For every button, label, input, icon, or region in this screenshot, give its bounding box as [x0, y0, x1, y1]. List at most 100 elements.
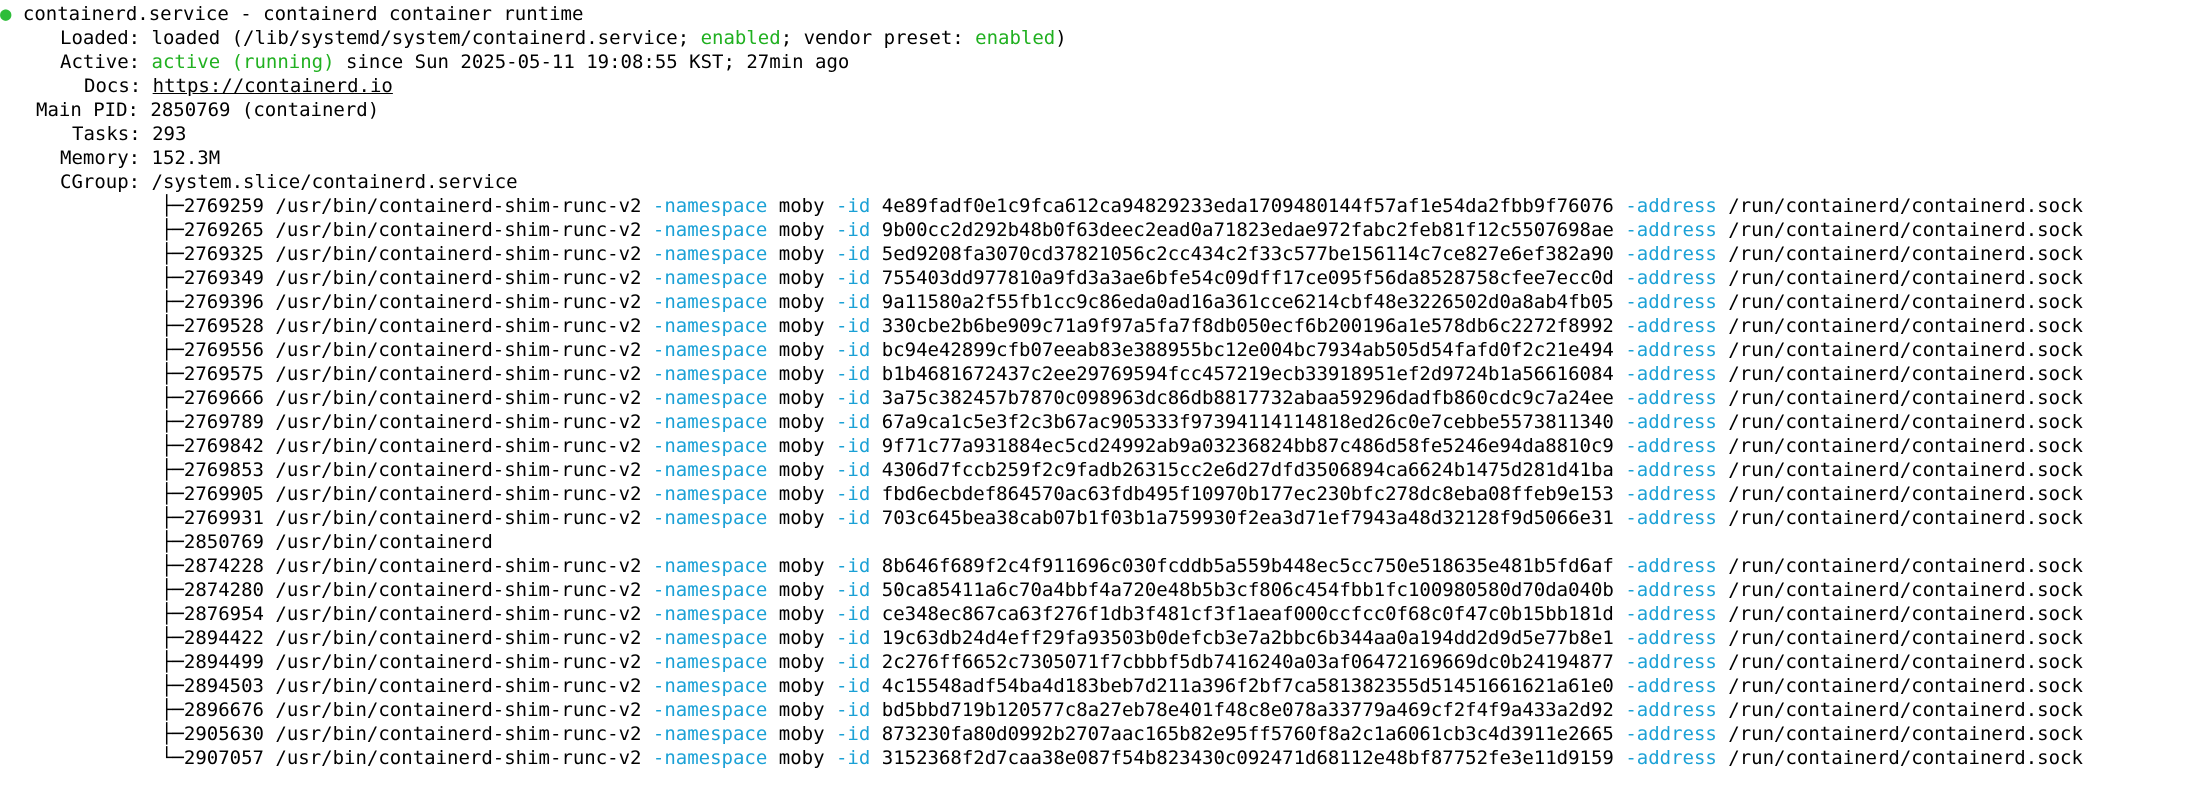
process-pid: 2769325	[183, 243, 264, 265]
process-tree: ├─2769259 /usr/bin/containerd-shim-runc-…	[0, 194, 2210, 770]
container-id: 755403dd977810a9fd3a3ae6bfe54c09dff17ce0…	[881, 267, 1614, 289]
process-row: ├─2850769 /usr/bin/containerd	[0, 530, 2210, 554]
address-value: /run/containerd/containerd.sock	[1728, 243, 2083, 265]
process-pid: 2769905	[183, 483, 264, 505]
tree-branch: ├─	[161, 315, 184, 337]
memory-label: Memory:	[60, 147, 141, 169]
address-value: /run/containerd/containerd.sock	[1728, 435, 2083, 457]
address-flag: -address	[1625, 315, 1717, 337]
docs-link[interactable]: https://containerd.io	[153, 75, 393, 97]
namespace-value: moby	[778, 699, 825, 721]
container-id: 67a9ca1c5e3f2c3b67ac905333f9739411411481…	[881, 411, 1614, 433]
namespace-value: moby	[778, 411, 825, 433]
container-id: 8b646f689f2c4f911696c030fcddb5a559b448ec…	[881, 555, 1614, 577]
address-flag: -address	[1625, 507, 1717, 529]
process-pid: 2876954	[183, 603, 264, 625]
address-value: /run/containerd/containerd.sock	[1728, 411, 2083, 433]
process-pid: 2874228	[183, 555, 264, 577]
process-command: /usr/bin/containerd-shim-runc-v2	[275, 699, 642, 721]
namespace-flag: -namespace	[652, 483, 768, 505]
id-flag: -id	[835, 219, 871, 241]
terminal-window[interactable]: ● containerd.service - containerd contai…	[0, 0, 2210, 790]
namespace-flag: -namespace	[652, 459, 768, 481]
process-command: /usr/bin/containerd-shim-runc-v2	[275, 267, 642, 289]
tree-branch: ├─	[161, 267, 184, 289]
container-id: 330cbe2b6be909c71a9f97a5fa7f8db050ecf6b2…	[881, 315, 1614, 337]
namespace-flag: -namespace	[652, 315, 768, 337]
namespace-value: moby	[778, 651, 825, 673]
address-flag: -address	[1625, 291, 1717, 313]
address-value: /run/containerd/containerd.sock	[1728, 555, 2083, 577]
docs-label: Docs:	[84, 75, 142, 97]
namespace-flag: -namespace	[652, 507, 768, 529]
process-command: /usr/bin/containerd-shim-runc-v2	[275, 459, 642, 481]
process-command: /usr/bin/containerd-shim-runc-v2	[275, 363, 642, 385]
tree-branch: ├─	[161, 219, 184, 241]
tree-branch: ├─	[161, 195, 184, 217]
process-pid: 2769396	[183, 291, 264, 313]
process-pid: 2769259	[183, 195, 264, 217]
tree-branch: ├─	[161, 507, 184, 529]
namespace-flag: -namespace	[652, 243, 768, 265]
address-flag: -address	[1625, 483, 1717, 505]
address-value: /run/containerd/containerd.sock	[1728, 699, 2083, 721]
namespace-value: moby	[778, 507, 825, 529]
id-flag: -id	[835, 435, 871, 457]
id-flag: -id	[835, 579, 871, 601]
address-flag: -address	[1625, 195, 1717, 217]
namespace-flag: -namespace	[652, 339, 768, 361]
address-value: /run/containerd/containerd.sock	[1728, 579, 2083, 601]
process-command: /usr/bin/containerd-shim-runc-v2	[275, 387, 642, 409]
active-line: Active: active (running) since Sun 2025-…	[0, 50, 2210, 74]
address-flag: -address	[1625, 579, 1717, 601]
id-flag: -id	[835, 627, 871, 649]
id-flag: -id	[835, 675, 871, 697]
id-flag: -id	[835, 507, 871, 529]
process-command: /usr/bin/containerd-shim-runc-v2	[275, 747, 642, 769]
container-id: 2c276ff6652c7305071f7cbbbf5db7416240a03a…	[881, 651, 1614, 673]
process-row: ├─2876954 /usr/bin/containerd-shim-runc-…	[0, 602, 2210, 626]
tree-branch: ├─	[161, 363, 184, 385]
process-command: /usr/bin/containerd-shim-runc-v2	[275, 651, 642, 673]
address-value: /run/containerd/containerd.sock	[1728, 267, 2083, 289]
process-command: /usr/bin/containerd-shim-runc-v2	[275, 723, 642, 745]
memory-line: Memory: 152.3M	[0, 146, 2210, 170]
address-value: /run/containerd/containerd.sock	[1728, 459, 2083, 481]
memory-value: 152.3M	[151, 147, 221, 169]
container-id: 703c645bea38cab07b1f03b1a759930f2ea3d71e…	[881, 507, 1614, 529]
address-flag: -address	[1625, 555, 1717, 577]
address-flag: -address	[1625, 387, 1717, 409]
process-command: /usr/bin/containerd-shim-runc-v2	[275, 435, 642, 457]
namespace-value: moby	[778, 747, 825, 769]
namespace-flag: -namespace	[652, 195, 768, 217]
container-id: bc94e42899cfb07eeab83e388955bc12e004bc79…	[881, 339, 1614, 361]
tasks-line: Tasks: 293	[0, 122, 2210, 146]
process-pid: 2769528	[183, 315, 264, 337]
address-flag: -address	[1625, 603, 1717, 625]
tree-branch: ├─	[161, 411, 184, 433]
address-value: /run/containerd/containerd.sock	[1728, 747, 2083, 769]
tree-branch: ├─	[161, 243, 184, 265]
process-row: ├─2769528 /usr/bin/containerd-shim-runc-…	[0, 314, 2210, 338]
namespace-value: moby	[778, 603, 825, 625]
id-flag: -id	[835, 555, 871, 577]
tasks-label: Tasks:	[72, 123, 141, 145]
service-title: containerd.service - containerd containe…	[22, 3, 584, 25]
tree-branch: ├─	[161, 627, 184, 649]
process-command: /usr/bin/containerd-shim-runc-v2	[275, 243, 642, 265]
process-pid: 2907057	[183, 747, 264, 769]
namespace-value: moby	[778, 627, 825, 649]
container-id: ce348ec867ca63f276f1db3f481cf3f1aeaf000c…	[881, 603, 1614, 625]
id-flag: -id	[835, 243, 871, 265]
tree-branch: ├─	[161, 723, 184, 745]
namespace-flag: -namespace	[652, 747, 768, 769]
tasks-value: 293	[152, 123, 187, 145]
container-id: fbd6ecbdef864570ac63fdb495f10970b177ec23…	[881, 483, 1614, 505]
process-command: /usr/bin/containerd-shim-runc-v2	[275, 483, 642, 505]
address-value: /run/containerd/containerd.sock	[1728, 603, 2083, 625]
cgroup-value: /system.slice/containerd.service	[151, 171, 518, 193]
cgroup-label: CGroup:	[60, 171, 141, 193]
process-row: ├─2769853 /usr/bin/containerd-shim-runc-…	[0, 458, 2210, 482]
container-id: 4c15548adf54ba4d183beb7d211a396f2bf7ca58…	[881, 675, 1614, 697]
namespace-flag: -namespace	[652, 723, 768, 745]
